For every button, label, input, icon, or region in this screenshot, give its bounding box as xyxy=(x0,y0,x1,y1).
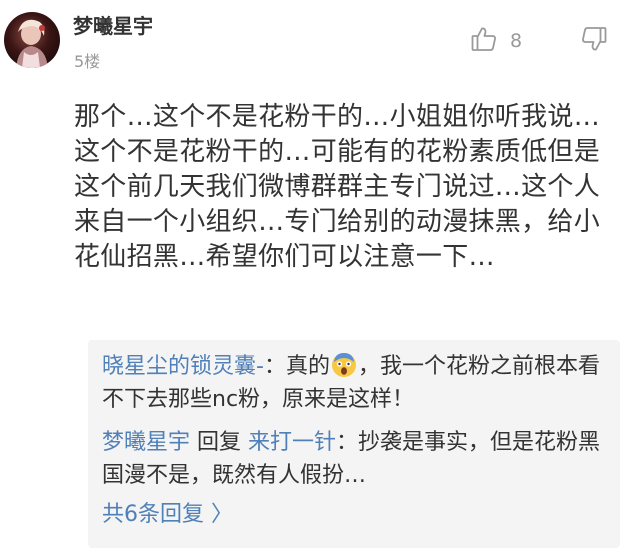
like-button[interactable]: 8 xyxy=(470,26,522,56)
view-more-replies-link[interactable]: 共6条回复 〉 xyxy=(102,500,606,530)
thumbs-down-icon xyxy=(580,25,608,57)
reply-text: 真的 xyxy=(285,354,330,379)
reply-author[interactable]: 梦曦星宇 xyxy=(102,430,190,455)
reply-to-word: 回复 xyxy=(190,430,249,455)
reply-target[interactable]: 来打一针 xyxy=(248,430,336,455)
comment-card: 梦曦星宇 5楼 8 那个…这个不是花粉干的…小姐姐你听我说…这个不是花粉干的…可… xyxy=(0,0,640,550)
thumbs-up-icon xyxy=(470,25,498,57)
comment-text: 那个…这个不是花粉干的…小姐姐你听我说…这个不是花粉干的…可能有的花粉素质低但是… xyxy=(74,102,601,272)
username[interactable]: 梦曦星宇 xyxy=(73,14,153,38)
avatar[interactable] xyxy=(4,12,60,68)
reply-separator: ： xyxy=(336,430,359,455)
reply-item: 晓星尘的锁灵囊-：真的 ，我一个花粉之前根本看不下去那些nc粉，原来是这样！ xyxy=(102,350,606,416)
like-count: 8 xyxy=(510,30,523,52)
screaming-face-icon xyxy=(331,352,357,378)
reply-section: 晓星尘的锁灵囊-：真的 ，我一个花粉之前根本看不下去那些nc粉，原来是这样！ 梦… xyxy=(88,340,620,548)
reply-item: 梦曦星宇 回复 来打一针：抄袭是事实，但是花粉黑国漫不是，既然有人假扮… xyxy=(102,426,606,492)
reply-separator: ： xyxy=(263,354,286,379)
reply-author[interactable]: 晓星尘的锁灵囊- xyxy=(102,354,264,379)
dislike-button[interactable] xyxy=(580,26,608,56)
floor-number: 5楼 xyxy=(74,52,101,71)
